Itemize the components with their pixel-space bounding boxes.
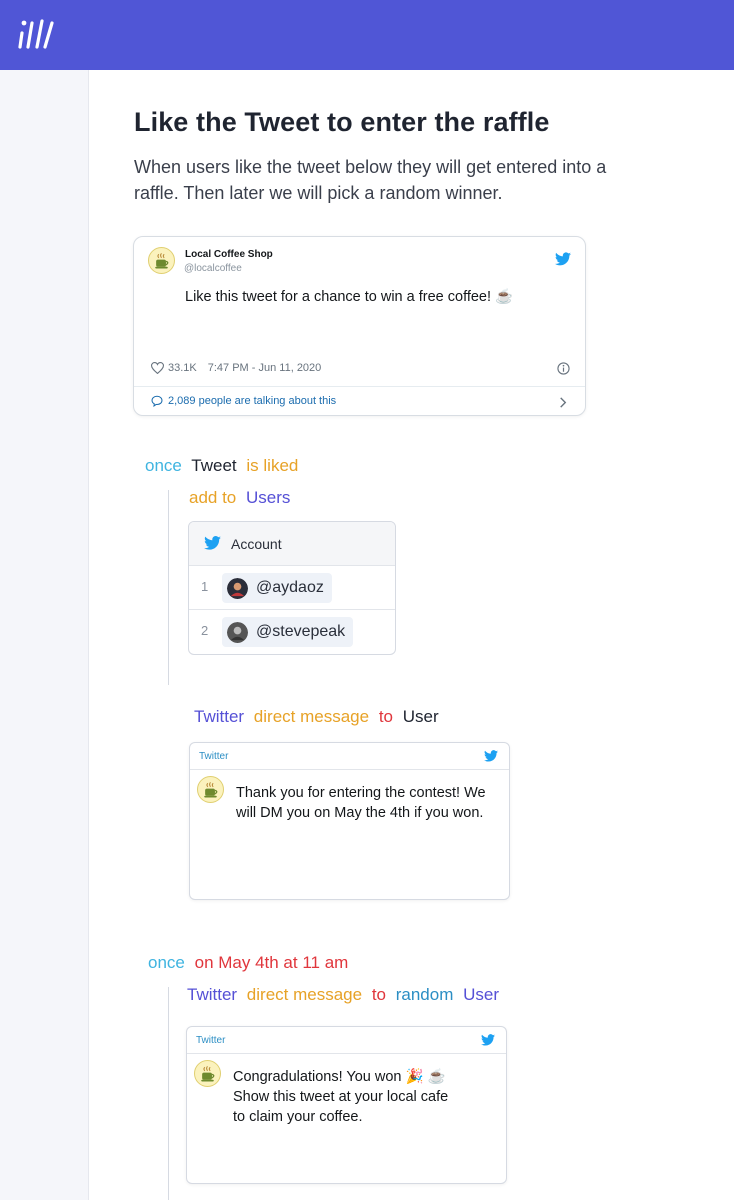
coffee-avatar-icon (194, 1060, 221, 1087)
logo-icon[interactable] (18, 17, 56, 53)
tweet-talking-count[interactable]: 2,089 people are talking about this (168, 395, 336, 407)
sidebar (0, 70, 89, 1200)
add-to-token[interactable]: add to (189, 488, 236, 507)
divider (134, 386, 585, 387)
top-bar (0, 0, 734, 70)
trigger-line-schedule: once on May 4th at 11 am (148, 953, 348, 973)
twitter-bird-icon[interactable] (555, 252, 571, 266)
dm-service-label: Twitter (199, 751, 229, 762)
dm-message-text: Congradulations! You won 🎉 ☕ Show this t… (233, 1067, 493, 1127)
chevron-right-icon[interactable] (559, 397, 567, 408)
table-header: Account (189, 522, 395, 566)
twitter-token[interactable]: Twitter (194, 707, 244, 726)
user-token[interactable]: User (463, 985, 499, 1004)
tweet-like-count[interactable]: 33.1K (168, 362, 197, 374)
twitter-bird-icon (484, 750, 498, 762)
tweet-author-name[interactable]: Local Coffee Shop (185, 249, 273, 260)
once-keyword[interactable]: once (145, 456, 182, 475)
comment-icon (151, 395, 163, 407)
twitter-bird-icon (481, 1034, 495, 1046)
user-handle: @stevepeak (256, 623, 346, 640)
info-icon[interactable] (557, 362, 570, 375)
twitter-bird-icon (204, 536, 221, 550)
tweet-token[interactable]: Tweet (191, 456, 236, 475)
user-chip[interactable]: @aydaoz (222, 573, 332, 603)
dm-service-label: Twitter (196, 1035, 226, 1046)
account-column-header[interactable]: Account (231, 536, 282, 552)
action-line-dm-random-user: Twitter direct message to random User (187, 985, 499, 1005)
schedule-token[interactable]: on May 4th at 11 am (195, 953, 349, 972)
action-line-add-users: add to Users (189, 488, 290, 508)
tweet-timestamp[interactable]: 7:47 PM - Jun 11, 2020 (208, 362, 322, 374)
user-token[interactable]: User (403, 707, 439, 726)
dm-preview-card: Twitter Thank you for entering the conte… (189, 742, 510, 900)
to-token[interactable]: to (379, 707, 393, 726)
random-token[interactable]: random (396, 985, 454, 1004)
is-liked-token[interactable]: is liked (246, 456, 298, 475)
user-handle: @aydaoz (256, 579, 324, 596)
coffee-avatar-icon (148, 247, 175, 274)
dm-preview-card: Twitter Congradulations! You won 🎉 ☕ Sho… (186, 1026, 507, 1184)
indent-guide (168, 987, 169, 1200)
embedded-tweet[interactable]: Local Coffee Shop @localcoffee Like this… (133, 236, 586, 416)
coffee-avatar-icon (197, 776, 224, 803)
table-row[interactable]: 2 @stevepeak (189, 610, 395, 654)
to-token[interactable]: to (372, 985, 386, 1004)
users-token[interactable]: Users (246, 488, 290, 507)
tweet-text: Like this tweet for a chance to win a fr… (185, 289, 514, 305)
dm-message-text: Thank you for entering the contest! We w… (236, 785, 486, 821)
trigger-line-liked: once Tweet is liked (145, 456, 298, 476)
twitter-token[interactable]: Twitter (187, 985, 237, 1004)
tweet-meta: 33.1K 7:47 PM - Jun 11, 2020 (151, 362, 321, 374)
page-description: When users like the tweet below they wil… (134, 157, 607, 203)
dm-message-line: Show this tweet at your local cafe (233, 1089, 449, 1105)
tweet-conversation-link[interactable]: 2,089 people are talking about this (151, 395, 336, 407)
avatar (227, 621, 248, 643)
users-table: Account 1 @aydaoz 2 @stevepeak (188, 521, 396, 655)
direct-message-token[interactable]: direct message (247, 985, 362, 1004)
table-row[interactable]: 1 @aydaoz (189, 566, 395, 610)
dm-message-line: to claim your coffee. (233, 1109, 363, 1125)
direct-message-token[interactable]: direct message (254, 707, 369, 726)
heart-icon[interactable] (151, 362, 164, 374)
user-chip[interactable]: @stevepeak (222, 617, 354, 647)
action-line-dm-user: Twitter direct message to User (194, 707, 439, 727)
indent-guide (168, 490, 169, 685)
avatar (227, 577, 248, 599)
tweet-author-handle[interactable]: @localcoffee (184, 263, 242, 274)
dm-card-header: Twitter (190, 743, 509, 770)
row-number: 1 (201, 579, 209, 594)
dm-message-line: Congradulations! You won 🎉 ☕ (233, 1069, 446, 1085)
page-title: Like the Tweet to enter the raffle (134, 107, 550, 137)
row-number: 2 (201, 623, 209, 638)
once-keyword[interactable]: once (148, 953, 185, 972)
dm-card-header: Twitter (187, 1027, 506, 1054)
